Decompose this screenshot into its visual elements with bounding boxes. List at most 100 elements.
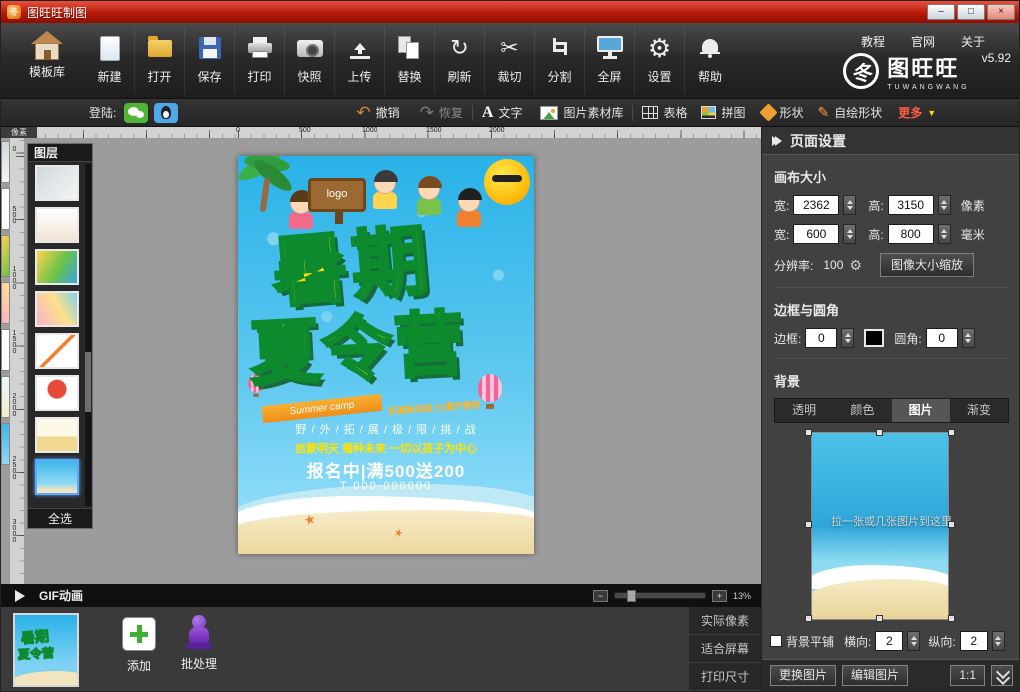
border-stepper[interactable] [841, 328, 854, 348]
actual-pixels-button[interactable]: 实际像素 [689, 607, 761, 635]
layer-thumbnail[interactable] [35, 375, 79, 411]
template-library-button[interactable]: 模板库 [15, 27, 79, 95]
corner-stepper[interactable] [962, 328, 975, 348]
layer-thumbnail[interactable] [35, 417, 79, 453]
monitor-icon [597, 36, 623, 60]
refresh-button[interactable]: ↻ 刷新 [435, 27, 485, 95]
maximize-button[interactable]: □ [957, 4, 985, 20]
poster-thumbnail[interactable]: 暑期 夏令营 [13, 613, 79, 687]
canvas-area[interactable]: 像素 0 500 1000 1500 2000 0 500 1000 1500 … [1, 127, 761, 584]
canvas-height-px-input[interactable] [888, 195, 934, 215]
width-px-stepper[interactable] [843, 195, 856, 215]
tab-color[interactable]: 颜色 [833, 399, 891, 422]
tile-h-stepper[interactable] [907, 631, 920, 651]
upload-button[interactable]: 上传 [335, 27, 385, 95]
tab-image[interactable]: 图片 [892, 399, 950, 422]
add-page-button[interactable]: 添加 [111, 617, 167, 674]
select-all-button[interactable]: 全选 [28, 508, 92, 528]
play-icon[interactable] [15, 590, 25, 602]
poster-canvas[interactable]: logo 暑期 夏令营 Summer camp 拓展新体验 火爆开营啦 野 / … [238, 156, 534, 554]
image-scale-button[interactable]: 图像大小缩放 [880, 253, 974, 277]
fit-screen-button[interactable]: 适合屏幕 [689, 635, 761, 663]
table-tool-button[interactable]: 表格 [642, 104, 687, 121]
resize-handle[interactable] [805, 521, 812, 528]
upload-icon [349, 37, 371, 59]
about-link[interactable]: 关于 [961, 33, 985, 50]
layers-scrollbar[interactable] [85, 164, 91, 506]
resize-handle[interactable] [948, 521, 955, 528]
print-button[interactable]: 打印 [235, 27, 285, 95]
custom-shape-button[interactable]: ✎ 自绘形状 [818, 104, 883, 121]
settings-button[interactable]: ⚙ 设置 [635, 27, 685, 95]
zoom-slider-handle[interactable] [627, 590, 636, 602]
layer-thumbnail-selected[interactable] [35, 459, 79, 495]
canvas-height-mm-input[interactable] [888, 224, 934, 244]
text-tool-button[interactable]: A 文字 [482, 104, 523, 122]
layer-thumbnail[interactable] [35, 291, 79, 327]
zoom-control: − + 13% [593, 590, 751, 602]
resize-handle[interactable] [876, 429, 883, 436]
poster-signup-line: 报名中|满500送200 [238, 457, 534, 482]
open-button[interactable]: 打开 [135, 27, 185, 95]
tab-gradient[interactable]: 渐变 [950, 399, 1008, 422]
split-button[interactable]: 分割 [535, 27, 585, 95]
ratio-button[interactable]: 1:1 [950, 665, 985, 686]
zoom-in-button[interactable]: + [712, 590, 727, 602]
redo-button[interactable]: ↷ 恢复 [420, 103, 463, 123]
print-size-button[interactable]: 打印尺寸 [689, 663, 761, 691]
puzzle-tool-button[interactable]: 拼图 [701, 104, 745, 121]
replace-button[interactable]: 替换 [385, 27, 435, 95]
help-button[interactable]: 帮助 [685, 27, 735, 95]
resize-handle[interactable] [805, 615, 812, 622]
tile-checkbox[interactable] [770, 635, 782, 647]
undo-button[interactable]: ↶ 撤销 [356, 103, 399, 123]
tile-horizontal-input[interactable] [875, 631, 903, 651]
canvas-width-mm-input[interactable] [793, 224, 839, 244]
zoom-slider[interactable] [614, 592, 706, 599]
height-mm-stepper[interactable] [938, 224, 951, 244]
shape-tool-button[interactable]: 形状 [762, 104, 804, 121]
balloon-illustration [478, 374, 502, 409]
fullscreen-button[interactable]: 全屏 [585, 27, 635, 95]
tab-transparent[interactable]: 透明 [775, 399, 833, 422]
change-image-button[interactable]: 更换图片 [770, 665, 836, 686]
wechat-login-icon[interactable] [124, 103, 148, 123]
resize-handle[interactable] [948, 615, 955, 622]
layer-thumbnail[interactable] [35, 207, 79, 243]
new-icon [100, 36, 120, 61]
resize-handle[interactable] [948, 429, 955, 436]
layer-thumbnail[interactable] [35, 333, 79, 369]
border-width-input[interactable] [805, 328, 837, 348]
snapshot-button[interactable]: 快照 [285, 27, 335, 95]
width-mm-stepper[interactable] [843, 224, 856, 244]
zoom-out-button[interactable]: − [593, 590, 608, 602]
canvas-width-px-input[interactable] [793, 195, 839, 215]
height-px-stepper[interactable] [938, 195, 951, 215]
corner-radius-input[interactable] [926, 328, 958, 348]
qq-login-icon[interactable] [154, 103, 178, 123]
save-button[interactable]: 保存 [185, 27, 235, 95]
material-library-button[interactable]: 图片素材库 [540, 104, 623, 121]
expand-more-button[interactable] [991, 665, 1013, 686]
resolution-gear-icon[interactable]: ⚙ [849, 257, 862, 274]
resize-handle[interactable] [876, 615, 883, 622]
background-heading: 背景 [774, 371, 1009, 390]
tutorial-link[interactable]: 教程 [861, 33, 885, 50]
tile-v-stepper[interactable] [992, 631, 1005, 651]
layer-thumbnail[interactable] [35, 165, 79, 201]
edit-image-button[interactable]: 编辑图片 [842, 665, 908, 686]
new-button[interactable]: 新建 [85, 27, 135, 95]
close-button[interactable]: × [987, 4, 1015, 20]
minimize-button[interactable]: – [927, 4, 955, 20]
border-color-swatch[interactable] [864, 329, 884, 347]
picture-icon [540, 106, 558, 120]
batch-process-button[interactable]: 批处理 [169, 615, 229, 672]
crop-button[interactable]: ✂ 裁切 [485, 27, 535, 95]
chevron-down-icon: ▼ [927, 108, 936, 118]
tile-vertical-input[interactable] [960, 631, 988, 651]
resize-handle[interactable] [805, 429, 812, 436]
website-link[interactable]: 官网 [911, 33, 935, 50]
more-button[interactable]: 更多 ▼ [898, 104, 936, 121]
border-corner-heading: 边框与圆角 [774, 300, 1009, 319]
layer-thumbnail[interactable] [35, 249, 79, 285]
